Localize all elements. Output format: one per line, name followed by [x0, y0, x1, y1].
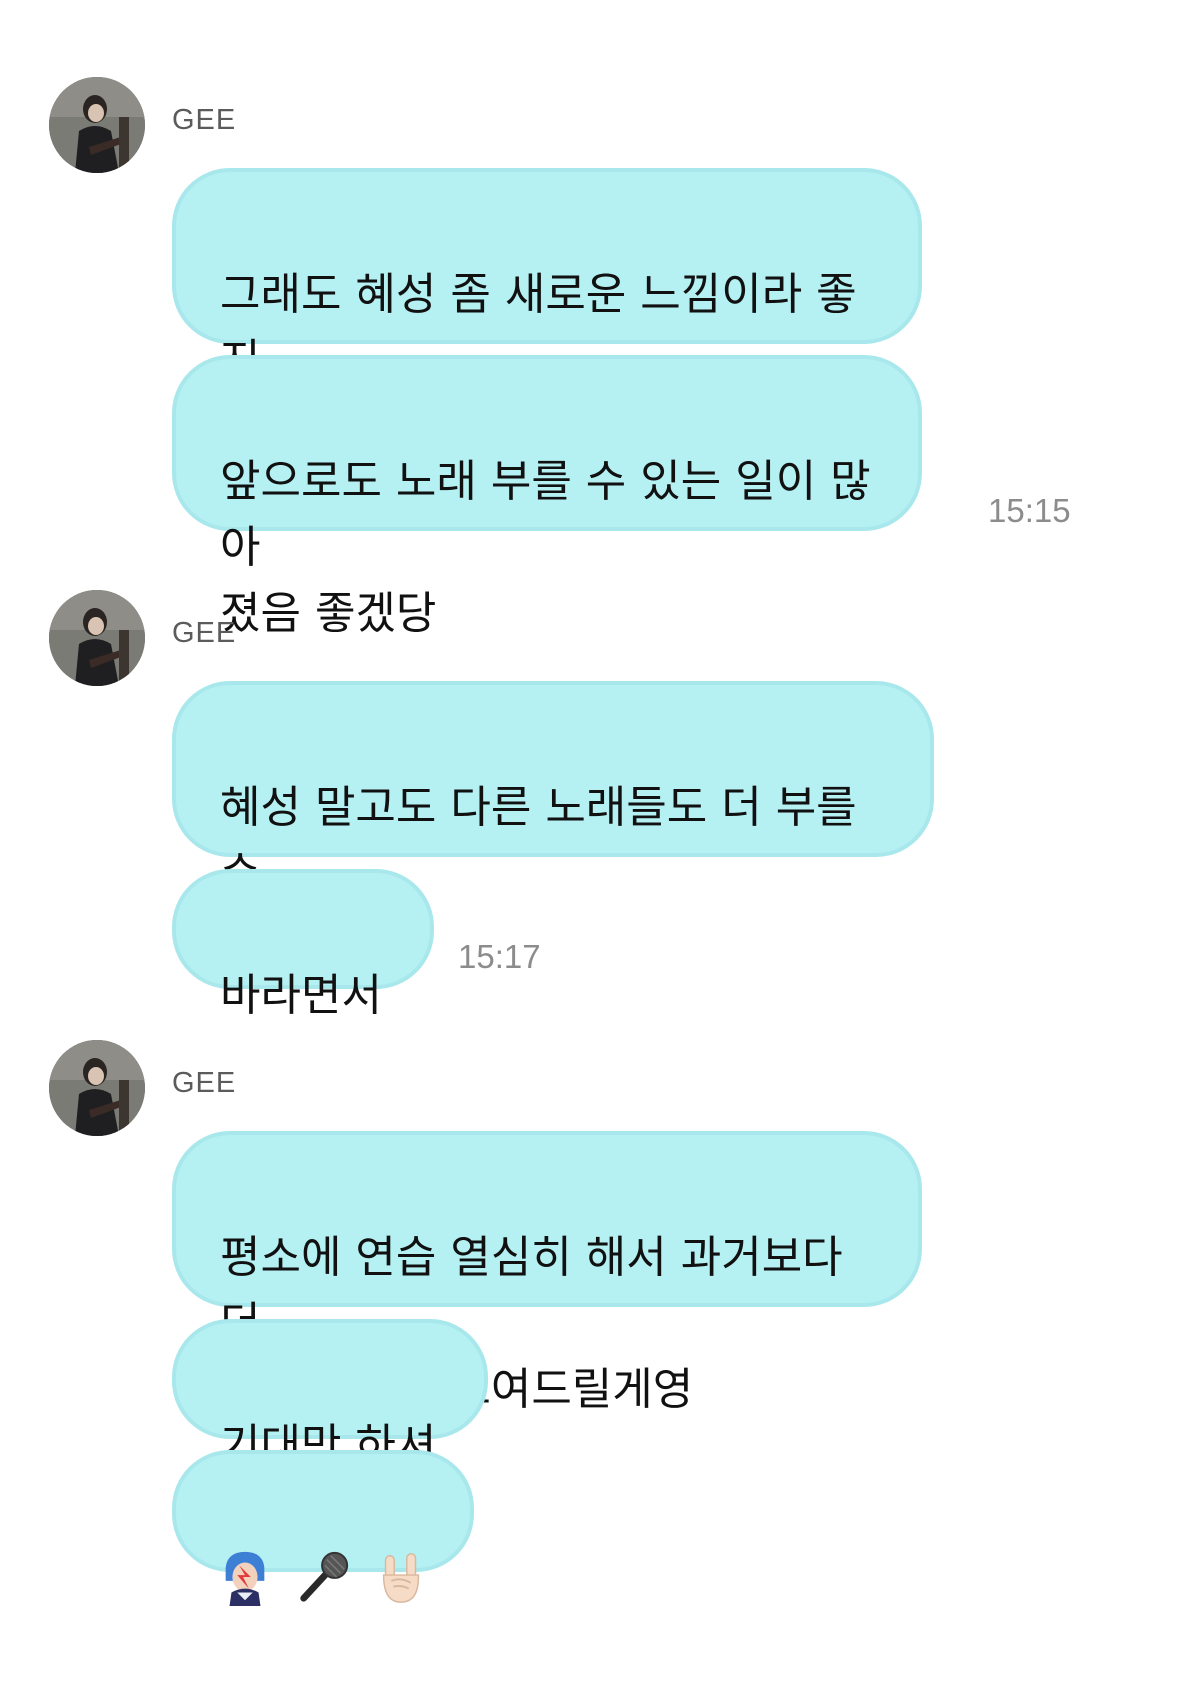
message-bubble[interactable]: 바라면서: [172, 869, 434, 1021]
sender-name: GEE: [172, 617, 237, 649]
avatar[interactable]: [49, 77, 145, 173]
message-bubble[interactable]: 평소에 연습 열심히 해서 과거보다 더 좋은 모습만 보여드릴게영: [172, 1131, 922, 1415]
message-bubble[interactable]: 앞으로도 노래 부를 수 있는 일이 많아 졌음 좋겠당: [172, 355, 922, 639]
message-bubble[interactable]: 기대만 하셔: [172, 1319, 488, 1471]
avatar-photo: [49, 590, 145, 686]
message-text: 바라면서: [220, 970, 382, 1021]
message-text: 앞으로도 노래 부를 수 있는 일이 많아 졌음 좋겠당: [220, 456, 871, 639]
message-timestamp: 15:15: [988, 492, 1071, 529]
avatar[interactable]: [49, 590, 145, 686]
microphone-emoji: [300, 1551, 349, 1602]
sign-of-the-horns-emoji: [382, 1553, 420, 1603]
message-timestamp: 15:17: [458, 938, 541, 975]
message-bubble[interactable]: 혜성 말고도 다른 노래들도 더 부를 수 있기를: [172, 681, 934, 965]
avatar-photo: [49, 1040, 145, 1136]
sender-name: GEE: [172, 1067, 237, 1099]
avatar[interactable]: [49, 1040, 145, 1136]
emoji-bubble[interactable]: [172, 1450, 474, 1606]
singer-emoji: [225, 1551, 265, 1606]
sender-name: GEE: [172, 104, 237, 136]
avatar-photo: [49, 77, 145, 173]
message-bubble[interactable]: 그래도 혜성 좀 새로운 느낌이라 좋지 않았어??: [172, 168, 922, 452]
